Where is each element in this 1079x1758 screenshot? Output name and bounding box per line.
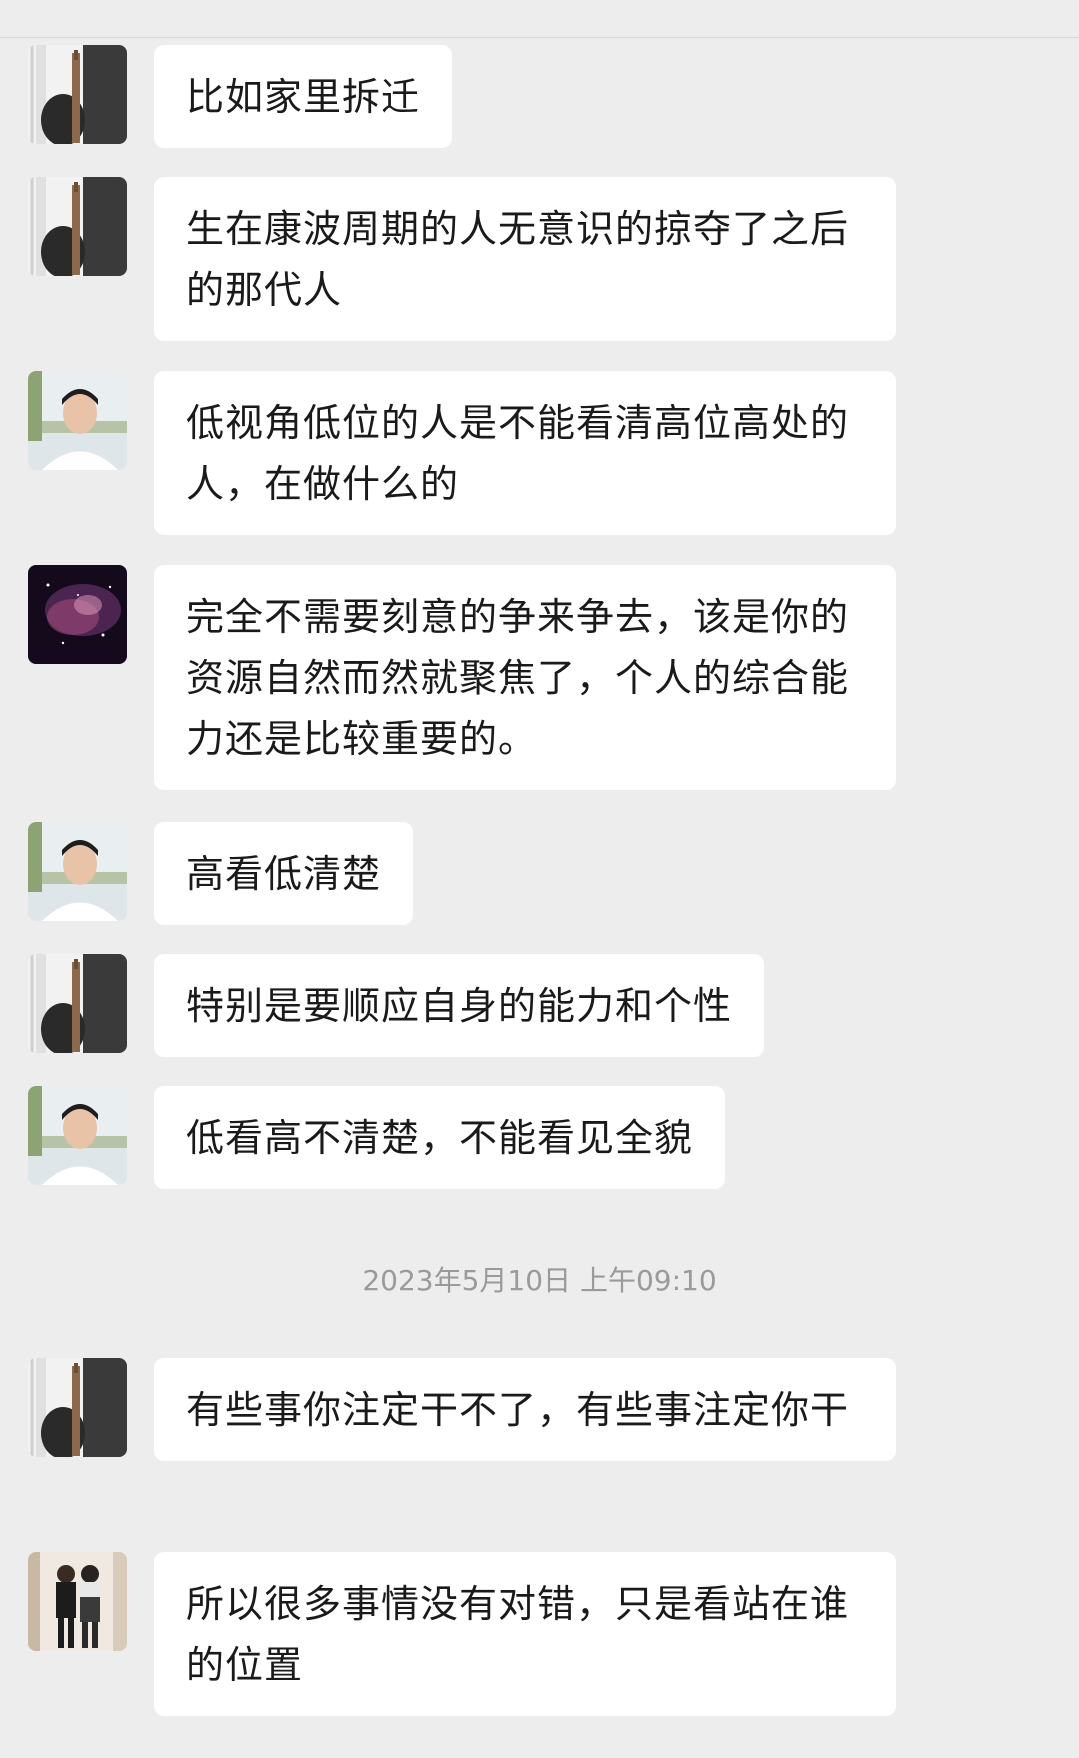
message-bubble[interactable]: 完全不需要刻意的争来争去，该是你的资源自然而然就聚焦了，个人的综合能力还是比较重… xyxy=(154,565,896,790)
message-bubble[interactable]: 特别是要顺应自身的能力和个性 xyxy=(154,954,765,1057)
chat-timestamp: 2023年5月10日 上午09:10 xyxy=(362,1264,717,1297)
message-bubble[interactable]: 比如家里拆迁 xyxy=(154,45,453,148)
young-man-avatar-icon[interactable] xyxy=(28,822,127,921)
message-bubble[interactable]: 生在康波周期的人无意识的掠夺了之后的那代人 xyxy=(154,177,896,341)
cat-avatar-icon[interactable] xyxy=(28,954,127,1053)
message-bubble[interactable]: 所以很多事情没有对错，只是看站在谁的位置 xyxy=(154,1552,896,1716)
cat-avatar-icon[interactable] xyxy=(28,177,127,276)
cat-avatar-icon[interactable] xyxy=(28,45,127,144)
top-divider xyxy=(0,37,1079,38)
cat-avatar-icon[interactable] xyxy=(28,1358,127,1457)
galaxy-avatar-icon[interactable] xyxy=(28,565,127,664)
message-bubble[interactable]: 低视角低位的人是不能看清高位高处的人，在做什么的 xyxy=(154,371,896,535)
young-man-avatar-icon[interactable] xyxy=(28,371,127,470)
young-man-avatar-icon[interactable] xyxy=(28,1086,127,1185)
message-bubble[interactable]: 低看高不清楚，不能看见全貌 xyxy=(154,1086,726,1189)
couple-photo-avatar-icon[interactable] xyxy=(28,1552,127,1651)
message-bubble[interactable]: 高看低清楚 xyxy=(154,822,414,925)
message-bubble[interactable]: 有些事你注定干不了，有些事注定你干 xyxy=(154,1358,896,1461)
